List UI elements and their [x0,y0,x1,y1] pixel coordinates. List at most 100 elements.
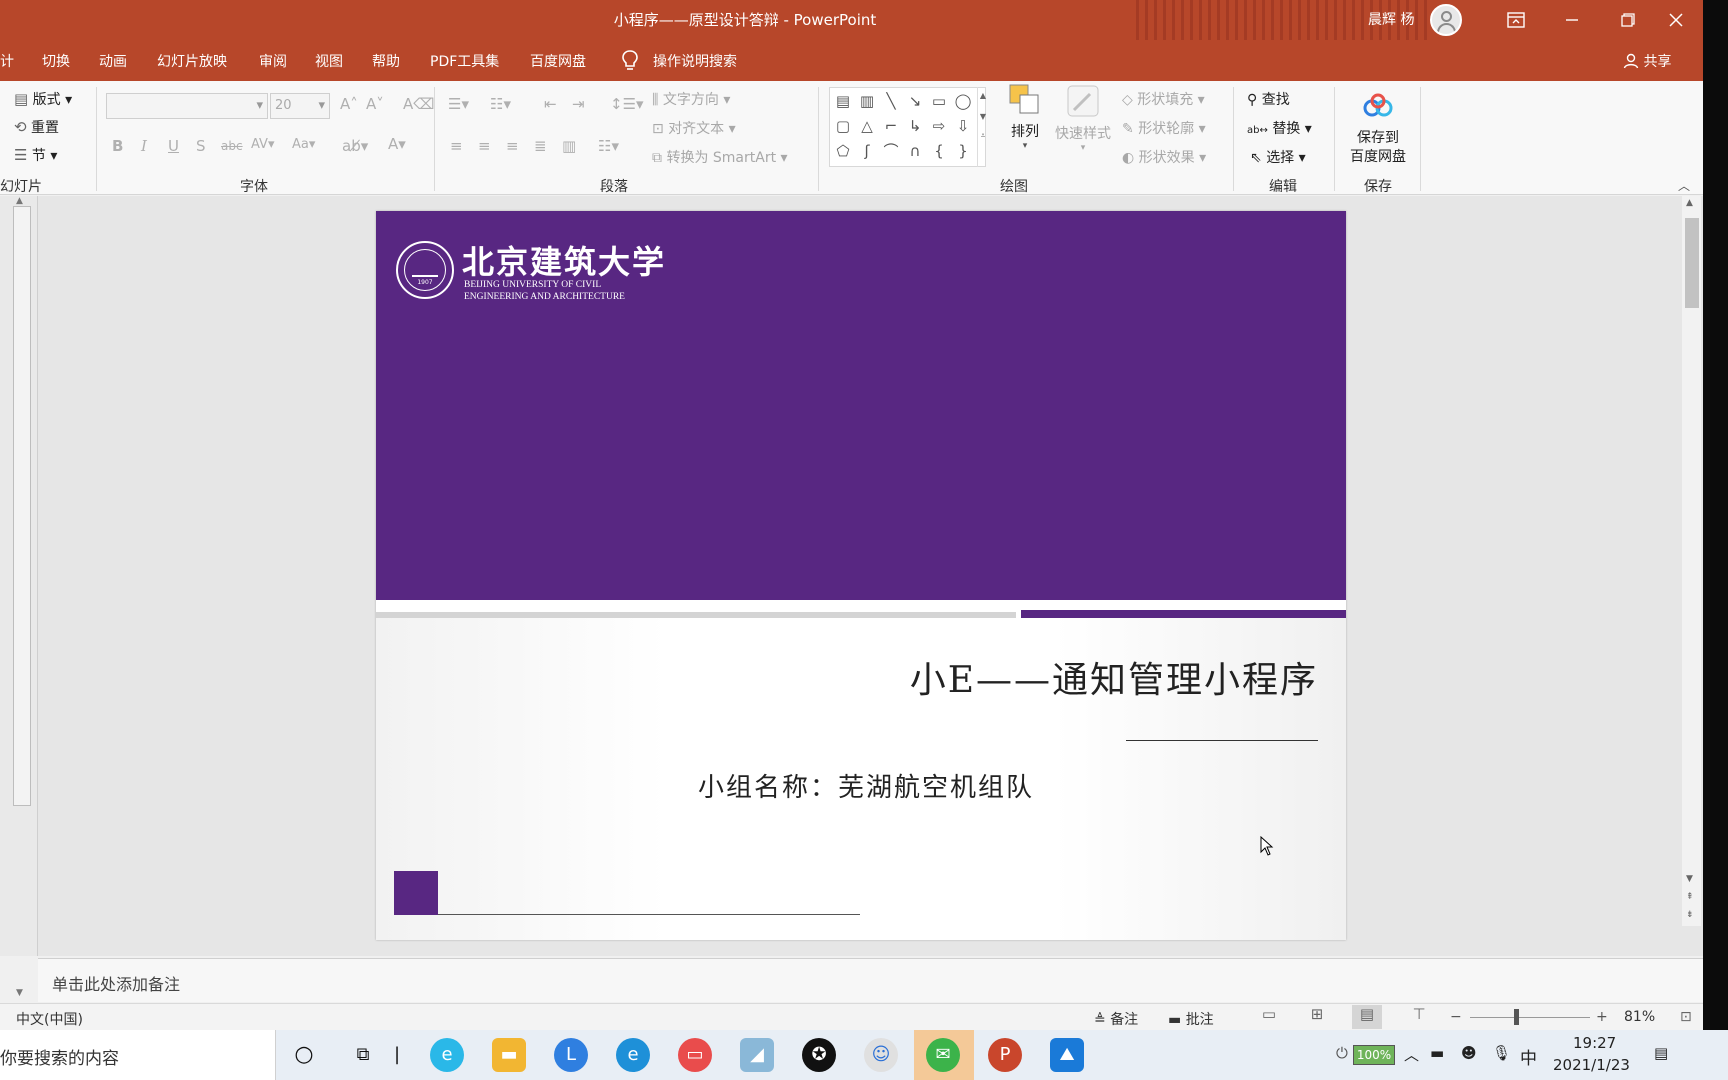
zoom-in-icon[interactable]: + [1596,1009,1608,1025]
wechat-icon[interactable]: ✉ [926,1038,960,1072]
vertical-textbox-shape-icon[interactable]: ▥ [856,90,878,112]
notes-app-icon[interactable]: ◢ [740,1038,774,1072]
textbox-shape-icon[interactable]: ▤ [832,90,854,112]
notes-placeholder[interactable]: 单击此处添加备注 [52,971,180,995]
clock-time[interactable]: 19:27 [1573,1034,1616,1052]
file-explorer-icon[interactable]: ▬ [492,1038,526,1072]
fit-to-window-icon[interactable]: ⊡ [1680,1009,1692,1025]
ribbon-display-options-icon[interactable] [1488,0,1544,40]
italic-icon[interactable]: I [141,137,147,155]
slideshow-view-icon[interactable]: ⊤ [1404,1005,1434,1029]
replace-button[interactable]: ab↔ 替换 ▾ [1247,118,1312,138]
line-shape-icon[interactable]: ╲ [880,90,902,112]
quick-styles-button[interactable]: 快速样式 ▾ [1050,83,1116,153]
ime-indicator[interactable]: 中 [1520,1044,1537,1069]
distribute-icon[interactable]: ▥ [562,137,576,155]
underline-icon[interactable]: U [168,137,179,155]
user-name[interactable]: 晨辉 杨 [1368,9,1414,29]
slide-sorter-view-icon[interactable]: ⊞ [1302,1005,1332,1029]
normal-view-icon[interactable]: ▭ [1254,1005,1284,1029]
align-text-button[interactable]: ⊡ 对齐文本 ▾ [652,118,736,138]
cortana-icon[interactable]: ○ [287,1038,321,1072]
minimize-icon[interactable] [1544,0,1600,40]
browser-e-icon[interactable]: e [430,1038,464,1072]
tab-slideshow[interactable]: 幻灯片放映 [157,51,227,71]
arrow-line-shape-icon[interactable]: ↘ [904,90,926,112]
tab-view[interactable]: 视图 [315,51,343,71]
columns-icon[interactable]: ☷▾ [598,137,619,155]
shape-fill-button[interactable]: ◇ 形状填充 ▾ [1122,89,1205,109]
scribble-shape-icon[interactable]: ʃ [856,140,878,162]
freeform-shape-icon[interactable]: ⬠ [832,140,854,162]
tray-expand-icon[interactable]: ︿ [1404,1044,1419,1065]
numbering-icon[interactable]: ☷▾ [490,95,511,113]
plug-icon[interactable]: ⏻ [1336,1044,1348,1062]
scroll-up-icon[interactable]: ▲ [16,196,23,206]
font-color-icon[interactable]: A▾ [388,135,406,153]
down-arrow-shape-icon[interactable]: ⇩ [952,115,974,137]
align-right-icon[interactable]: ≡ [506,137,519,155]
powerpoint-icon[interactable]: P [988,1038,1022,1072]
char-spacing-icon[interactable]: AV▾ [251,137,274,152]
align-left-icon[interactable]: ≡ [450,137,463,155]
decrease-indent-icon[interactable]: ⇤ [544,95,557,113]
clear-format-icon[interactable]: A⌫ [403,95,434,113]
language-indicator[interactable]: 中文(中国) [16,1009,83,1029]
tab-transitions[interactable]: 切换 [42,51,70,71]
scroll-up-icon[interactable]: ▲ [1686,198,1693,208]
taskbar-search[interactable]: 你要搜索的内容 [0,1030,276,1080]
previous-slide-icon[interactable]: ⇞ [1686,892,1694,902]
slide-title[interactable]: 小E——通知管理小程序 [910,651,1318,703]
change-case-icon[interactable]: Aa▾ [292,137,315,152]
next-slide-icon[interactable]: ⇟ [1686,910,1694,920]
arc-shape-icon[interactable]: ⌒ [880,140,902,162]
lark-app-icon[interactable]: L [554,1038,588,1072]
tell-me-search[interactable]: 操作说明搜索 [653,51,737,71]
zoom-slider-thumb[interactable] [1514,1009,1519,1025]
font-name-combo[interactable]: ▾ [106,93,268,119]
save-to-baidu-button[interactable]: 保存到 百度网盘 [1348,129,1408,167]
bold-icon[interactable]: B [112,137,123,155]
tab-baidu-netdisk[interactable]: 百度网盘 [530,51,586,71]
shadow-icon[interactable]: S [196,137,206,155]
qq-icon[interactable]: ☺ [864,1038,898,1072]
share-button[interactable]: 共享 [1623,51,1671,71]
scroll-down-icon[interactable]: ▼ [16,988,23,998]
right-arrow-shape-icon[interactable]: ⇨ [928,115,950,137]
zoom-out-icon[interactable]: − [1450,1009,1462,1025]
slide-subtitle[interactable]: 小组名称：芜湖航空机组队 [376,767,1346,804]
game-app-icon[interactable]: ✪ [802,1038,836,1072]
highlight-icon[interactable]: ab̸▾ [342,137,368,155]
left-brace-shape-icon[interactable]: { [928,140,950,162]
curve-shape-icon[interactable]: ∩ [904,140,926,162]
microphone-icon[interactable]: 🎙 [1492,1044,1511,1062]
zoom-slider[interactable] [1470,1017,1590,1018]
justify-icon[interactable]: ≣ [534,137,547,155]
right-brace-shape-icon[interactable]: } [952,140,974,162]
text-direction-button[interactable]: ⫼ 文字方向 ▾ [652,89,730,109]
font-size-combo[interactable]: 20 ▾ [270,93,330,119]
qq-tray-icon[interactable]: ☻ [1461,1044,1477,1062]
grow-font-icon[interactable]: A˄ [340,95,358,113]
triangle-shape-icon[interactable]: △ [856,115,878,137]
avatar[interactable] [1430,4,1462,36]
rectangle-shape-icon[interactable]: ▭ [928,90,950,112]
line-spacing-icon[interactable]: ↕☰▾ [610,95,644,113]
elbow-connector-shape-icon[interactable]: ⌐ [880,115,902,137]
increase-indent-icon[interactable]: ⇥ [572,95,585,113]
bullets-icon[interactable]: ☰▾ [448,95,469,113]
find-button[interactable]: ⚲ 查找 [1247,89,1290,109]
thumbnail-scrollbar[interactable] [13,206,31,806]
align-center-icon[interactable]: ≡ [478,137,491,155]
vertical-scrollbar[interactable]: ▲ ▼ ⇞ ⇟ [1682,196,1701,926]
comments-toggle[interactable]: ▬ 批注 [1168,1009,1214,1029]
elbow-arrow-shape-icon[interactable]: ↳ [904,115,926,137]
tab-review[interactable]: 审阅 [259,51,287,71]
shapes-gallery[interactable]: ▤ ▥ ╲ ↘ ▭ ◯ ▢ △ ⌐ ↳ ⇨ ⇩ ⬠ ʃ ⌒ ∩ { } [829,87,986,167]
edge-browser-icon[interactable]: e [616,1038,650,1072]
bilibili-icon[interactable]: ▭ [678,1038,712,1072]
layout-button[interactable]: ▤ 版式 ▾ [14,89,72,109]
scroll-down-icon[interactable]: ▼ [1686,874,1693,884]
taskbar-search-text[interactable]: 你要搜索的内容 [0,1044,119,1069]
rounded-rect-shape-icon[interactable]: ▢ [832,115,854,137]
